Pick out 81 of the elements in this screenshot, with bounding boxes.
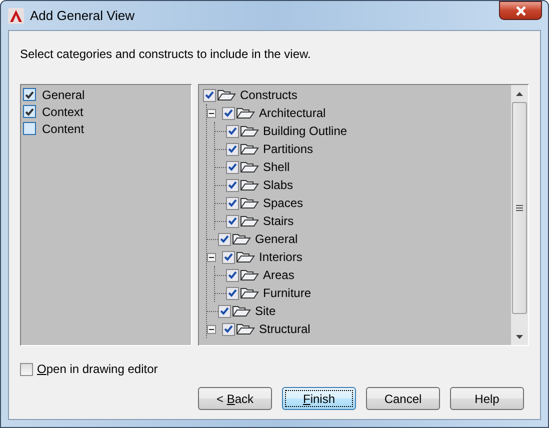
check-icon (224, 253, 233, 261)
tree-item-label[interactable]: Stairs (263, 212, 294, 230)
check-icon (228, 289, 237, 297)
checkbox[interactable] (226, 178, 239, 192)
tree-item-label[interactable]: Constructs (240, 86, 298, 104)
tree-item-label[interactable]: Architectural (259, 104, 326, 122)
window-title: Add General View (30, 6, 135, 25)
folder-icon (240, 215, 259, 227)
checkbox[interactable] (226, 160, 239, 174)
check-icon (228, 217, 237, 225)
check-icon (220, 307, 229, 315)
folder-icon (217, 89, 236, 101)
checkbox[interactable] (226, 214, 239, 228)
tree-item-label[interactable]: Partitions (263, 140, 314, 158)
checkbox[interactable] (226, 142, 239, 156)
tree-item-label[interactable]: Furniture (263, 284, 312, 302)
folder-icon (240, 287, 259, 299)
check-icon (228, 145, 237, 153)
grip-icon (516, 205, 523, 211)
folder-icon (236, 107, 255, 119)
checkbox[interactable] (218, 304, 231, 318)
collapse-toggle[interactable] (207, 108, 216, 118)
tree-item-label[interactable]: Slabs (263, 176, 294, 194)
tree-item-label[interactable]: Spaces (263, 194, 304, 212)
folder-icon (232, 305, 251, 317)
scroll-down-icon[interactable] (516, 334, 523, 338)
check-icon (228, 271, 237, 279)
scrollbar[interactable] (511, 85, 528, 345)
checkbox[interactable] (226, 286, 239, 300)
checkbox[interactable] (226, 268, 239, 282)
instruction-text: Select categories and constructs to include in the view. (20, 46, 312, 63)
folder-icon (240, 269, 259, 281)
tree-item-label[interactable]: Interiors (259, 248, 302, 266)
folder-icon (240, 179, 259, 191)
checkbox[interactable] (23, 88, 36, 101)
checkbox[interactable] (20, 362, 33, 376)
close-icon (514, 6, 526, 16)
check-icon (228, 199, 237, 207)
checkbox[interactable] (203, 88, 216, 102)
folder-icon (236, 323, 255, 335)
category-label[interactable]: Content (42, 120, 84, 138)
scroll-up-icon[interactable] (516, 92, 523, 96)
dialog-button[interactable]: Finish (282, 387, 356, 410)
dialog-button[interactable]: Cancel (366, 387, 440, 410)
app-logo-icon (8, 8, 24, 24)
check-icon (228, 181, 237, 189)
checkbox[interactable] (226, 124, 239, 138)
tree-item-label[interactable]: Site (255, 302, 276, 320)
check-icon (220, 235, 229, 243)
folder-icon (240, 143, 259, 155)
check-icon (205, 91, 214, 99)
tree-item-label[interactable]: General (255, 230, 298, 248)
tree-item-label[interactable]: Areas (263, 266, 294, 284)
checkbox[interactable] (222, 322, 235, 336)
folder-icon (240, 125, 259, 137)
category-label[interactable]: Context (42, 102, 84, 120)
collapse-toggle[interactable] (207, 252, 216, 262)
checkbox[interactable] (226, 196, 239, 210)
category-label[interactable]: General (42, 86, 85, 104)
check-icon (224, 109, 233, 117)
checkbox[interactable] (222, 106, 235, 120)
checkbox[interactable] (23, 105, 36, 118)
dialog-button[interactable]: Help (450, 387, 524, 410)
checkbox[interactable] (222, 250, 235, 264)
tree-item-label[interactable]: Shell (263, 158, 290, 176)
scroll-thumb[interactable] (512, 102, 527, 314)
folder-icon (240, 161, 259, 173)
folder-icon (240, 197, 259, 209)
close-button[interactable] (499, 1, 542, 20)
collapse-toggle[interactable] (207, 324, 216, 334)
check-icon (224, 325, 233, 333)
tree-item-label[interactable]: Structural (259, 320, 310, 338)
tree-item-label[interactable]: Building Outline (263, 122, 348, 140)
check-icon (228, 127, 237, 135)
folder-icon (236, 251, 255, 263)
checkbox-label[interactable]: Open in drawing editor (37, 360, 158, 378)
folder-icon (232, 233, 251, 245)
checkbox[interactable] (23, 122, 36, 135)
check-icon (228, 163, 237, 171)
checkbox[interactable] (218, 232, 231, 246)
dialog-button[interactable]: < Back (198, 387, 272, 410)
